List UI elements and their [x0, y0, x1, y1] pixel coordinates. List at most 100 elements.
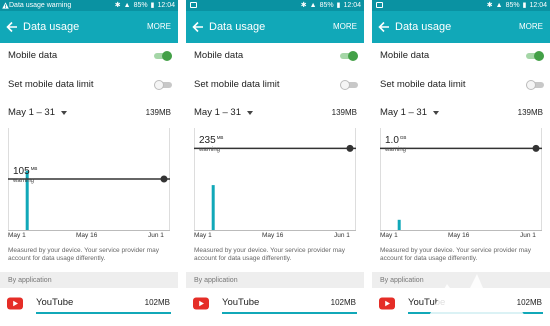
app-usage-row[interactable]: YouTube 102MB [186, 288, 364, 326]
section-label: By application [194, 277, 238, 284]
chart-tick-end: Jun 1 [148, 232, 164, 239]
warning-value: 235 [199, 135, 216, 147]
screen-2: ✱ ▲ 85% ▮ 12:04 Data usage MORE Mobile d… [186, 0, 364, 326]
app-bar: Data usage MORE [0, 11, 178, 43]
data-limit-row[interactable]: Set mobile data limit [372, 72, 550, 98]
signal-icon: ▲ [495, 2, 503, 9]
data-limit-label: Set mobile data limit [380, 79, 466, 90]
measurement-note: Measured by your device. Your service pr… [380, 247, 532, 262]
page-title: Data usage [23, 21, 80, 33]
chart-tick-start: May 1 [8, 232, 26, 239]
warning-unit: MB [216, 135, 224, 141]
watermark-logo [427, 274, 527, 319]
warning-value: 105 [13, 166, 30, 177]
app-size: 102MB [144, 298, 170, 307]
battery-percent: 85% [505, 2, 520, 9]
more-button[interactable]: MORE [519, 22, 543, 32]
warning-unit: GB [399, 135, 407, 141]
data-limit-label: Set mobile data limit [194, 79, 280, 90]
app-usage-bar [36, 312, 171, 314]
chart-tick-mid: May 16 [76, 232, 98, 239]
chart-tick-end: Jun 1 [520, 232, 536, 239]
screen-divider [178, 0, 186, 326]
chart-tick-start: May 1 [194, 232, 212, 239]
chevron-down-icon[interactable] [433, 111, 439, 115]
back-arrow-icon[interactable] [5, 20, 19, 34]
mobile-data-row[interactable]: Mobile data [186, 43, 364, 69]
battery-icon: ▮ [336, 2, 341, 9]
status-icons: ✱ ▲ 85% ▮ 12:04 [487, 0, 547, 11]
app-size: 102MB [330, 298, 356, 307]
chevron-down-icon[interactable] [247, 111, 253, 115]
warning-handle [532, 144, 540, 152]
warning-text: warning [13, 178, 35, 184]
app-bar: Data usage MORE [186, 11, 364, 43]
clock: 12:04 [529, 2, 547, 9]
warning-icon [2, 2, 9, 9]
mobile-data-toggle[interactable] [340, 51, 358, 61]
app-usage-row[interactable]: YouTube 102MB [0, 288, 178, 326]
chart-tick-mid: May 16 [448, 232, 470, 239]
status-bar: ✱ ▲ 85% ▮ 12:04 [186, 0, 364, 11]
back-arrow-icon[interactable] [191, 20, 205, 34]
warning-value-label: 235MB [199, 135, 223, 146]
data-limit-toggle[interactable] [154, 80, 172, 90]
usage-chart: 1.0GB warning [380, 126, 542, 231]
app-name: YouTube [36, 297, 74, 308]
data-limit-toggle[interactable] [526, 80, 544, 90]
youtube-icon [379, 297, 395, 310]
data-limit-row[interactable]: Set mobile data limit [186, 72, 364, 98]
measurement-note: Measured by your device. Your service pr… [194, 247, 346, 262]
screenshot-collage: Data usage warning ✱ ▲ 85% ▮ 12:04 Data … [0, 0, 550, 326]
app-bar: Data usage MORE [372, 11, 550, 43]
period-total: 139MB [517, 108, 543, 117]
mobile-data-label: Mobile data [194, 50, 244, 61]
section-header: By application [186, 272, 364, 288]
gallery-icon [190, 2, 197, 8]
signal-icon: ▲ [123, 2, 131, 9]
mobile-data-row[interactable]: Mobile data [0, 43, 178, 69]
period-total: 139MB [331, 108, 357, 117]
battery-icon: ▮ [522, 2, 527, 9]
warning-handle [346, 144, 354, 152]
data-limit-toggle[interactable] [340, 80, 358, 90]
signal-icon: ▲ [309, 2, 317, 9]
more-button[interactable]: MORE [333, 22, 357, 32]
measurement-note: Measured by your device. Your service pr… [8, 247, 160, 262]
back-arrow-icon[interactable] [377, 20, 391, 34]
period-label: May 1 – 31 [8, 107, 55, 118]
mobile-data-toggle[interactable] [526, 51, 544, 61]
youtube-icon [7, 297, 23, 310]
period-selector[interactable]: May 1 – 31 139MB [186, 101, 364, 125]
usage-bar [397, 219, 401, 230]
screen-divider [364, 0, 372, 326]
mobile-data-row[interactable]: Mobile data [372, 43, 550, 69]
warning-value-label: 105MB [13, 166, 37, 177]
warning-value: 1.0 [385, 135, 399, 147]
period-total: 139MB [145, 108, 171, 117]
usage-chart: 235MB warning [194, 126, 356, 231]
app-usage-bar [222, 312, 357, 314]
data-limit-row[interactable]: Set mobile data limit [0, 72, 178, 98]
period-selector[interactable]: May 1 – 31 139MB [0, 101, 178, 125]
page-title: Data usage [395, 21, 452, 33]
warning-text: warning [385, 147, 407, 154]
warning-handle [160, 175, 168, 183]
clock: 12:04 [157, 2, 175, 9]
battery-percent: 85% [319, 2, 334, 9]
period-label: May 1 – 31 [194, 107, 241, 118]
data-limit-label: Set mobile data limit [8, 79, 94, 90]
section-label: By application [8, 277, 52, 284]
app-name: YouTube [222, 297, 260, 308]
period-selector[interactable]: May 1 – 31 139MB [372, 101, 550, 125]
warning-unit: MB [30, 166, 38, 171]
more-button[interactable]: MORE [147, 22, 171, 32]
status-bar: Data usage warning ✱ ▲ 85% ▮ 12:04 [0, 0, 178, 11]
status-text: Data usage warning [9, 2, 72, 9]
section-header: By application [0, 272, 178, 288]
page-title: Data usage [209, 21, 266, 33]
youtube-icon [193, 297, 209, 310]
chevron-down-icon[interactable] [61, 111, 67, 115]
mobile-data-toggle[interactable] [154, 51, 172, 61]
mobile-data-label: Mobile data [380, 50, 430, 61]
